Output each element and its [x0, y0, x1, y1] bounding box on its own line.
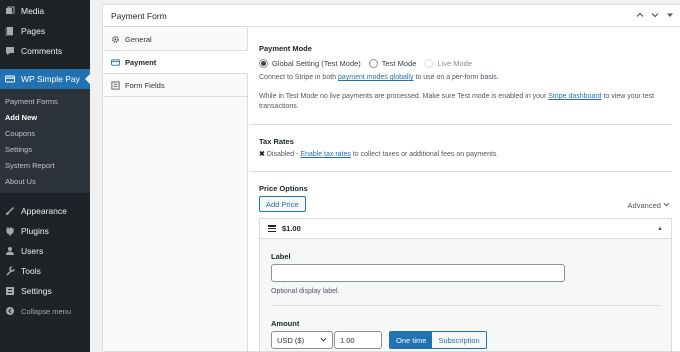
label-field-label: Label [271, 252, 291, 261]
chevron-down-icon [320, 336, 327, 345]
sidebar-item-pages[interactable]: Pages [0, 21, 90, 41]
submenu-add-new[interactable]: Add New [0, 110, 90, 126]
field-divider [271, 305, 660, 306]
sidebar-item-appearance[interactable]: Appearance [0, 201, 90, 221]
tab-label: Payment [125, 57, 157, 67]
radio-global-setting[interactable]: Global Setting (Test Mode) [259, 59, 361, 68]
plugins-icon [5, 226, 15, 236]
price-label-input[interactable] [271, 264, 565, 282]
price-type-toggle: One time Subscription [389, 331, 487, 349]
price-options-title: Price Options [259, 184, 308, 193]
appearance-icon [5, 206, 15, 216]
add-price-button[interactable]: Add Price [259, 196, 306, 212]
section-divider [249, 171, 672, 172]
chevron-up-icon[interactable] [636, 11, 644, 21]
sidebar-submenu: Payment Forms Add New Coupons Settings S… [0, 89, 90, 193]
gear-icon [111, 35, 120, 44]
test-mode-note: While in Test Mode no live payments are … [259, 93, 655, 110]
payment-modes-globally-link[interactable]: payment modes globally [338, 74, 414, 81]
collapse-menu-label: Collapse menu [21, 306, 72, 316]
metabox-header: Payment Form [103, 5, 680, 27]
submenu-settings[interactable]: Settings [0, 142, 90, 158]
chevron-down-icon [663, 201, 670, 210]
tax-rates-title: Tax Rates [259, 137, 294, 146]
sidebar-item-tools[interactable]: Tools [0, 261, 90, 281]
pages-icon [5, 26, 15, 36]
sidebar-item-label: Settings [21, 286, 52, 296]
amount-field-label: Amount [271, 319, 300, 328]
users-icon [5, 246, 15, 256]
subscription-button[interactable]: Subscription [432, 332, 486, 348]
sidebar-item-label: Plugins [21, 226, 49, 236]
tab-general[interactable]: General [103, 28, 247, 51]
stripe-dashboard-link[interactable]: Stripe dashboard [548, 93, 601, 100]
sidebar-item-label: Appearance [21, 206, 67, 216]
sidebar-item-label: Pages [21, 26, 46, 36]
media-icon [5, 6, 15, 16]
form-fields-icon [111, 80, 120, 90]
sidebar-item-users[interactable]: Users [0, 241, 90, 261]
payment-panel: Payment Mode Global Setting (Test Mode) … [249, 28, 680, 351]
currency-select[interactable]: USD ($) [271, 331, 333, 349]
price-option-header[interactable]: $1.00 ▲ [260, 219, 671, 239]
settings-icon [5, 286, 15, 296]
advanced-toggle[interactable]: Advanced [628, 201, 670, 210]
tools-icon [5, 266, 15, 276]
sidebar-item-label: Media [21, 6, 45, 16]
tax-rates-status: ✖ Disabled - Enable tax rates to collect… [259, 151, 499, 158]
sidebar-item-plugins[interactable]: Plugins [0, 221, 90, 241]
wp-simple-pay-icon [5, 74, 15, 84]
payment-mode-radios: Global Setting (Test Mode) Test Mode Liv… [259, 59, 480, 68]
card-icon [111, 58, 120, 67]
label-help-text: Optional display label. [271, 288, 340, 295]
one-time-button[interactable]: One time [390, 332, 433, 348]
submenu-about-us[interactable]: About Us [0, 174, 90, 190]
radio-test-mode[interactable]: Test Mode [368, 59, 416, 68]
price-option-amount: $1.00 [282, 224, 301, 233]
payment-form-metabox: Payment Form General Payment Form Fields… [102, 4, 680, 352]
radio-live-mode[interactable]: Live Mode [424, 59, 472, 68]
drag-handle-icon[interactable] [268, 225, 276, 232]
tab-label: Form Fields [125, 80, 165, 90]
sidebar-item-media[interactable]: Media [0, 1, 90, 21]
sidebar-item-label: Users [21, 246, 44, 256]
tab-label: General [125, 34, 152, 44]
sidebar-item-comments[interactable]: Comments [0, 41, 90, 61]
metabox-title: Payment Form [111, 10, 167, 21]
submenu-system-report[interactable]: System Report [0, 158, 90, 174]
submenu-coupons[interactable]: Coupons [0, 126, 90, 142]
enable-tax-rates-link[interactable]: Enable tax rates [300, 151, 351, 158]
admin-sidebar: Media Pages Comments WP Simple Pay Payme… [0, 0, 90, 352]
collapse-caret-icon[interactable]: ▲ [657, 226, 663, 232]
price-option-body: Label Optional display label. Amount USD… [260, 239, 671, 351]
form-settings-tabs: General Payment Form Fields [103, 28, 248, 351]
payment-mode-help: Connect to Stripe in both payment modes … [259, 74, 499, 81]
price-option-item: $1.00 ▲ Label Optional display label. Am… [259, 218, 672, 351]
sidebar-item-label: Comments [21, 46, 63, 56]
sidebar-item-wp-simple-pay[interactable]: WP Simple Pay [0, 69, 90, 89]
sidebar-item-label: WP Simple Pay [21, 74, 80, 84]
section-divider [249, 124, 672, 125]
tab-form-fields[interactable]: Form Fields [103, 74, 247, 97]
tab-payment[interactable]: Payment [103, 51, 248, 74]
sidebar-item-label: Tools [21, 266, 41, 276]
collapse-menu-button[interactable]: Collapse menu [0, 301, 90, 321]
sidebar-item-settings[interactable]: Settings [0, 281, 90, 301]
comments-icon [5, 46, 15, 56]
submenu-payment-forms[interactable]: Payment Forms [0, 94, 90, 110]
payment-mode-title: Payment Mode [259, 44, 312, 53]
toggle-arrow-icon[interactable] [666, 11, 674, 21]
chevron-down-icon[interactable] [651, 11, 659, 21]
close-icon: ✖ [259, 151, 265, 158]
amount-input[interactable]: 1.00 [334, 331, 382, 349]
collapse-icon [5, 306, 15, 316]
